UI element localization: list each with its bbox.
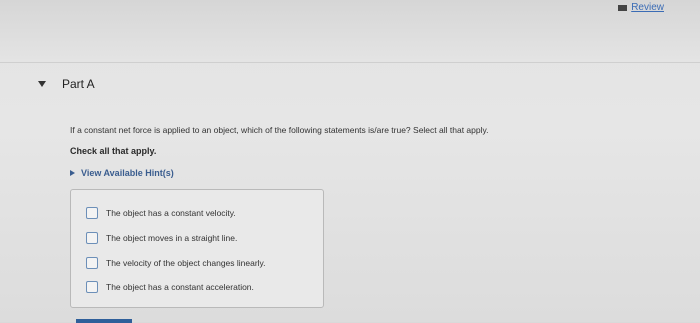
instruction-text: Check all that apply. <box>70 146 157 156</box>
option-label[interactable]: The velocity of the object changes linea… <box>106 258 266 268</box>
checkbox[interactable] <box>86 207 98 219</box>
part-title: Part A <box>62 77 95 91</box>
options-box: The object has a constant velocity. The … <box>70 189 324 308</box>
option-4[interactable]: The object has a constant acceleration. <box>86 281 254 293</box>
option-2[interactable]: The object moves in a straight line. <box>86 232 237 244</box>
part-a-toggle[interactable]: Part A <box>38 77 95 91</box>
checkbox[interactable] <box>86 257 98 269</box>
option-1[interactable]: The object has a constant velocity. <box>86 207 236 219</box>
checkbox[interactable] <box>86 232 98 244</box>
checkbox[interactable] <box>86 281 98 293</box>
submit-button[interactable] <box>76 319 132 323</box>
question-text: If a constant net force is applied to an… <box>70 125 489 135</box>
review-label[interactable]: Review <box>631 2 664 13</box>
caret-down-icon <box>38 81 46 87</box>
option-label[interactable]: The object has a constant acceleration. <box>106 282 254 292</box>
option-label[interactable]: The object moves in a straight line. <box>106 233 237 243</box>
part-a-section: Part A If a constant net force is applie… <box>0 62 700 323</box>
top-bar: Review <box>0 0 700 62</box>
view-hints-link[interactable]: View Available Hint(s) <box>70 168 174 178</box>
review-icon <box>618 4 628 11</box>
review-link[interactable]: Review <box>618 2 664 13</box>
option-3[interactable]: The velocity of the object changes linea… <box>86 257 266 269</box>
hints-label[interactable]: View Available Hint(s) <box>81 168 174 178</box>
caret-right-icon <box>70 170 75 176</box>
page: Review Part A If a constant net force is… <box>0 0 700 323</box>
option-label[interactable]: The object has a constant velocity. <box>106 208 236 218</box>
